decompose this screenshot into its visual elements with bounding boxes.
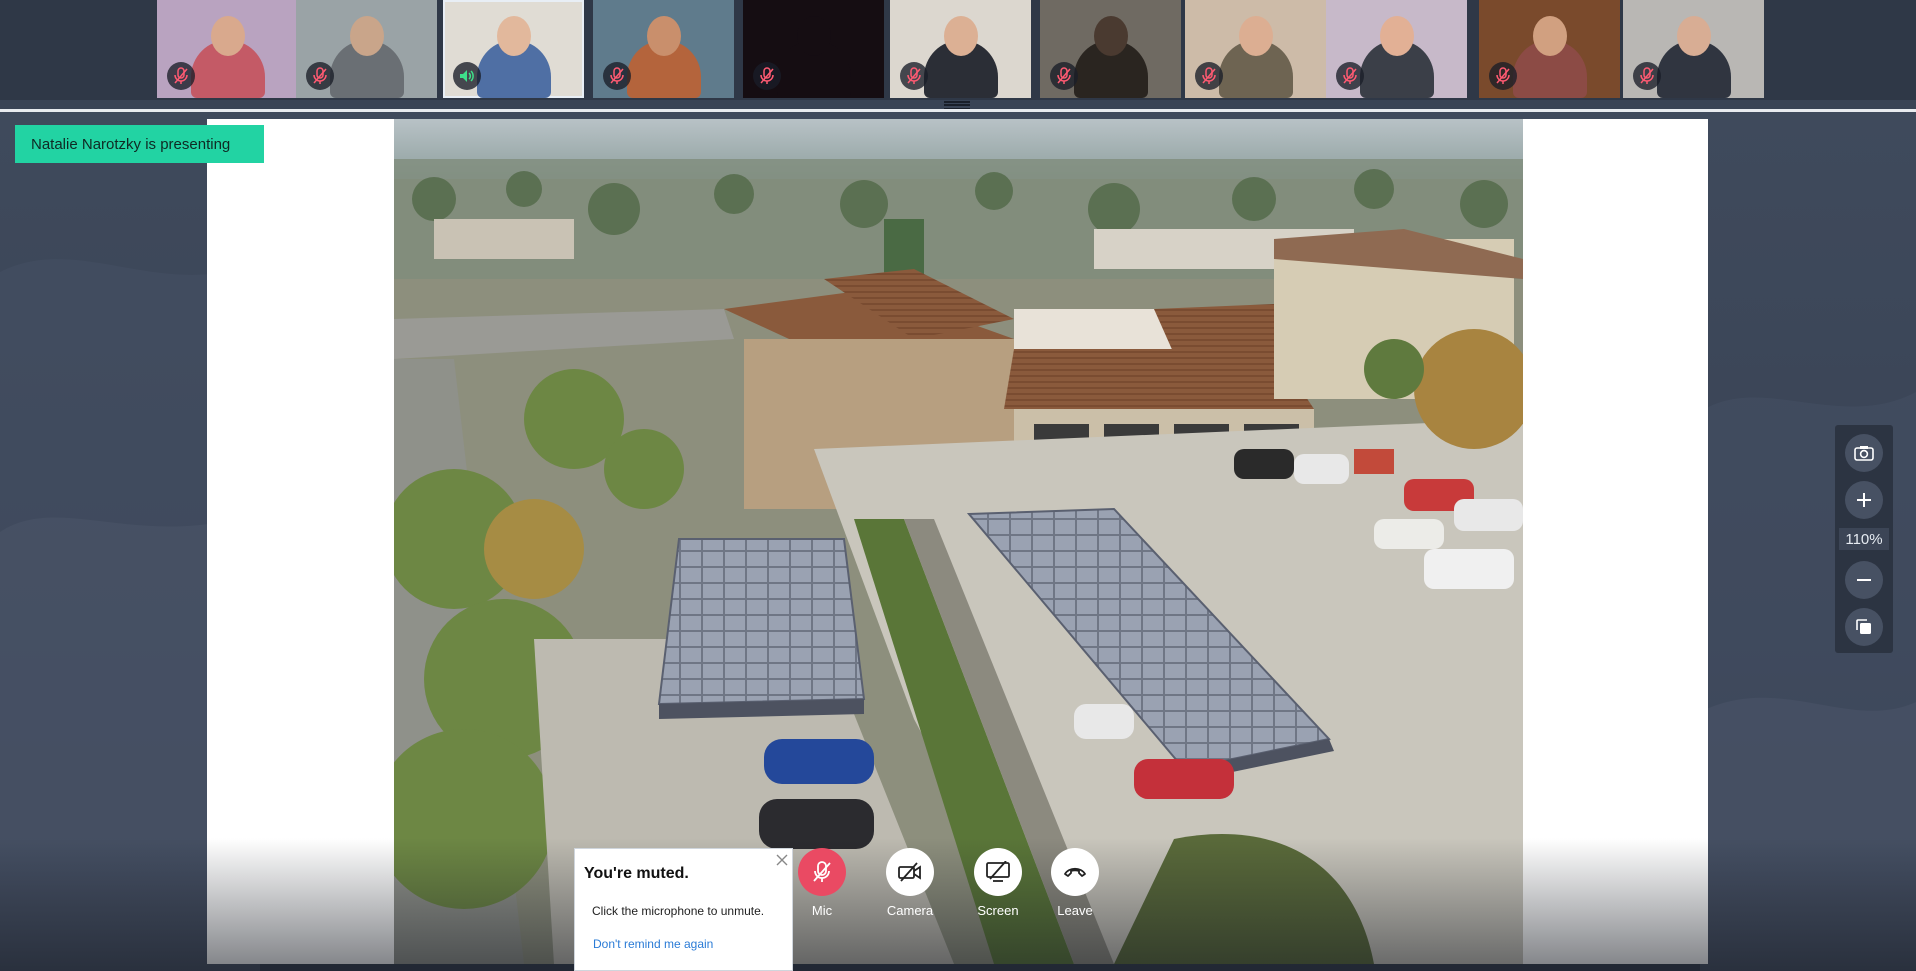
muted-message: Click the microphone to unmute. xyxy=(592,904,765,918)
participant-head xyxy=(646,16,681,56)
camera-label: Camera xyxy=(886,903,934,918)
mic-off-icon xyxy=(167,62,195,90)
dont-remind-link[interactable]: Don't remind me again xyxy=(593,937,713,951)
mic-button[interactable] xyxy=(798,848,846,896)
mic-off-icon xyxy=(813,861,831,882)
plus-icon[interactable] xyxy=(1845,481,1883,519)
mic-label: Mic xyxy=(811,903,833,918)
participant-tile[interactable] xyxy=(1623,0,1764,98)
muted-popup: You're muted. Click the microphone to un… xyxy=(574,848,793,971)
participant-head xyxy=(1676,16,1711,56)
participant-tile[interactable] xyxy=(1326,0,1467,98)
participant-tile[interactable] xyxy=(1040,0,1181,98)
mic-off-icon xyxy=(753,62,781,90)
mic-off-icon xyxy=(1195,62,1223,90)
camera-button[interactable] xyxy=(886,848,934,896)
screen-control[interactable]: Screen xyxy=(958,848,1038,918)
participant-head xyxy=(796,16,831,56)
participant-tile[interactable] xyxy=(1479,0,1620,98)
participant-head xyxy=(1238,16,1273,56)
phone-hangup-icon xyxy=(1064,867,1086,877)
mic-off-icon xyxy=(603,62,631,90)
mic-control[interactable]: Mic xyxy=(782,848,862,918)
participant-head xyxy=(1532,16,1567,56)
mic-off-icon xyxy=(1050,62,1078,90)
zoom-level: 110% xyxy=(1839,528,1889,550)
muted-title: You're muted. xyxy=(584,865,689,882)
leave-control[interactable]: Leave xyxy=(1035,848,1115,918)
popout-icon[interactable] xyxy=(1845,608,1883,646)
zoom-panel: 110% xyxy=(1835,425,1893,653)
participant-tile[interactable] xyxy=(1185,0,1326,98)
screen-label: Screen xyxy=(977,903,1019,918)
participant-head xyxy=(210,16,245,56)
participant-head xyxy=(1379,16,1414,56)
leave-label: Leave xyxy=(1057,903,1093,918)
participant-head xyxy=(1093,16,1128,56)
participant-tile[interactable] xyxy=(157,0,298,98)
mic-off-icon xyxy=(900,62,928,90)
participant-tile[interactable] xyxy=(443,0,584,98)
speaker-icon xyxy=(453,62,481,90)
screen-button[interactable] xyxy=(974,848,1022,896)
presenting-banner: Natalie Narotzky is presenting xyxy=(15,125,264,163)
participant-head xyxy=(943,16,978,56)
mic-off-icon xyxy=(1489,62,1517,90)
participant-tile[interactable] xyxy=(890,0,1031,98)
camera-control[interactable]: Camera xyxy=(870,848,950,918)
mic-off-icon xyxy=(306,62,334,90)
mic-off-icon xyxy=(1633,62,1661,90)
participant-tile[interactable] xyxy=(743,0,884,98)
shared-photo xyxy=(394,119,1523,964)
mic-off-icon xyxy=(1336,62,1364,90)
participant-head xyxy=(496,16,531,56)
aerial-photo-drawing xyxy=(394,119,1523,964)
participant-head xyxy=(349,16,384,56)
screen-share-icon xyxy=(986,861,1010,882)
participant-tile[interactable] xyxy=(593,0,734,98)
leave-button[interactable] xyxy=(1051,848,1099,896)
minus-icon[interactable] xyxy=(1845,561,1883,599)
camera-snapshot-icon[interactable] xyxy=(1845,434,1883,472)
participant-tile[interactable] xyxy=(296,0,437,98)
camera-off-icon xyxy=(898,862,921,882)
